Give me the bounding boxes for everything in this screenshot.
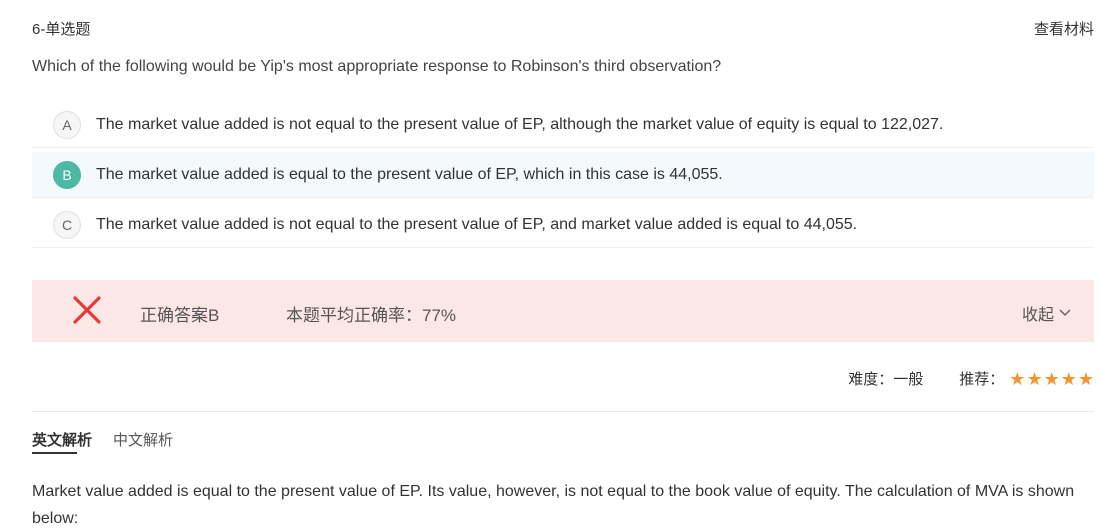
- option-b[interactable]: B The market value added is equal to the…: [32, 152, 1094, 198]
- chevron-down-icon: [1059, 309, 1071, 317]
- option-b-text: The market value added is equal to the p…: [96, 165, 723, 183]
- option-c[interactable]: C The market value added is not equal to…: [32, 202, 1094, 248]
- divider: [32, 411, 1094, 412]
- question-type-title: 6-单选题: [32, 21, 91, 38]
- recommend-stars: ★ ★ ★ ★ ★: [1008, 370, 1094, 388]
- meta-row: 难度：一般 推荐： ★ ★ ★ ★ ★: [848, 368, 1094, 389]
- star-icon: ★: [1077, 368, 1094, 389]
- difficulty-label: 难度：一般: [848, 371, 924, 388]
- recommend-label: 推荐：: [959, 371, 1005, 388]
- star-icon: ★: [1026, 368, 1043, 389]
- tab-english-explanation[interactable]: 英文解析: [32, 429, 92, 450]
- option-c-badge: C: [53, 210, 81, 239]
- correct-answer-label: 正确答案B: [140, 306, 220, 325]
- option-a-badge: A: [53, 110, 81, 139]
- tab-chinese-explanation[interactable]: 中文解析: [113, 429, 173, 450]
- result-bar: 正确答案B 本题平均正确率：77% 收起: [32, 280, 1094, 342]
- collapse-label: 收起: [1021, 307, 1054, 324]
- wrong-x-icon: [73, 296, 101, 324]
- average-rate-label: 本题平均正确率：77%: [286, 306, 457, 325]
- collapse-button[interactable]: 收起: [1022, 301, 1072, 325]
- question-text: Which of the following would be Yip's mo…: [32, 58, 722, 75]
- star-icon: ★: [1060, 368, 1077, 389]
- star-icon: ★: [1009, 368, 1026, 389]
- option-b-badge: B: [53, 160, 81, 189]
- view-material-link[interactable]: 查看材料: [1034, 18, 1094, 39]
- option-a[interactable]: A The market value added is not equal to…: [32, 102, 1094, 148]
- star-icon: ★: [1043, 368, 1060, 389]
- explanation-text: Market value added is equal to the prese…: [32, 483, 1075, 527]
- option-a-text: The market value added is not equal to t…: [96, 115, 944, 133]
- option-c-text: The market value added is not equal to t…: [96, 215, 858, 233]
- active-tab-underline: [32, 452, 77, 454]
